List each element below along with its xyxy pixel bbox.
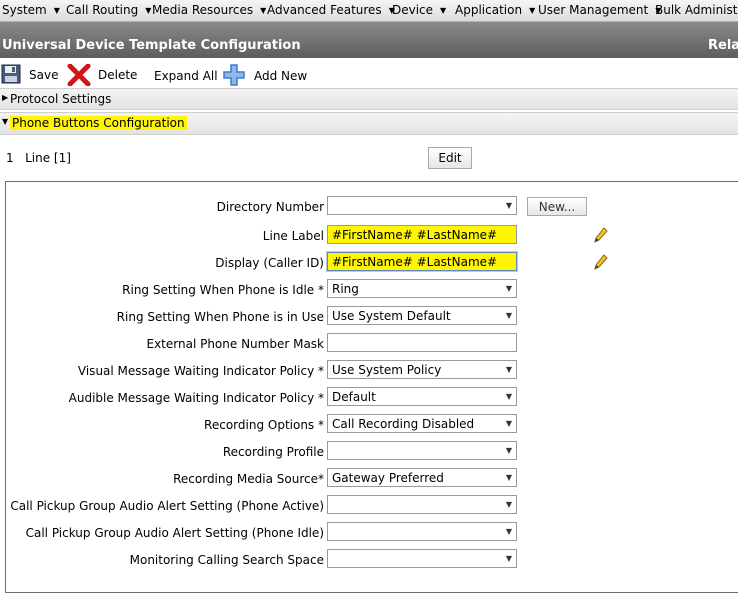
triangle-right-icon: ▶ <box>2 93 9 102</box>
row-pickup-active: Call Pickup Group Audio Alert Setting (P… <box>6 493 738 520</box>
row-ring-in-use: Ring Setting When Phone is in Use Use Sy… <box>6 304 738 331</box>
recording-profile-select[interactable]: ▼ <box>327 441 517 460</box>
row-recording-media-source: Recording Media Source* Gateway Preferre… <box>6 466 738 493</box>
menu-application[interactable]: Application ▼ <box>455 3 535 17</box>
row-pickup-idle: Call Pickup Group Audio Alert Setting (P… <box>6 520 738 547</box>
save-button[interactable]: Save <box>0 59 60 89</box>
delete-button[interactable]: Delete <box>66 59 140 89</box>
row-recording-options: Recording Options * Call Recording Disab… <box>6 412 738 439</box>
row-ring-idle: Ring Setting When Phone is Idle * Ring ▼ <box>6 277 738 304</box>
pickup-idle-select[interactable]: ▼ <box>327 522 517 541</box>
menu-bar: System ▼ Call Routing ▼ Media Resources ▼ A… <box>0 0 738 22</box>
title-bar: Universal Device Template Configuration … <box>0 22 738 58</box>
menu-device[interactable]: Device ▼ <box>392 3 446 17</box>
line-label-input[interactable]: #FirstName# #LastName# <box>327 225 517 244</box>
menu-advanced-features[interactable]: Advanced Features ▼ <box>267 3 395 17</box>
caret-down-icon: ▼ <box>53 6 60 15</box>
section-protocol-settings[interactable]: ▶ Protocol Settings <box>0 88 738 110</box>
related-links-label[interactable]: Rela <box>708 38 738 53</box>
menu-system[interactable]: System ▼ <box>2 3 60 17</box>
ring-in-use-select[interactable]: Use System Default ▼ <box>327 306 517 325</box>
caret-down-icon: ▼ <box>440 6 447 15</box>
menu-bulk-administration[interactable]: Bulk Administration <box>655 3 738 17</box>
caret-down-icon: ▼ <box>260 6 267 15</box>
pickup-active-select[interactable]: ▼ <box>327 495 517 514</box>
line-config-panel: Directory Number ▼ New... Line Label #Fi… <box>5 181 738 593</box>
row-display-caller-id: Display (Caller ID) #FirstName# #LastNam… <box>6 250 738 277</box>
expand-all-button[interactable]: Expand All <box>154 59 218 89</box>
monitoring-css-select[interactable]: ▼ <box>327 549 517 568</box>
dropdown-arrow-icon: ▼ <box>505 527 513 536</box>
row-directory-number: Directory Number ▼ New... <box>6 194 738 221</box>
toolbar: Save Delete Expand All Add New <box>0 59 738 89</box>
recording-media-source-select[interactable]: Gateway Preferred ▼ <box>327 468 517 487</box>
dropdown-arrow-icon: ▼ <box>505 500 513 509</box>
dropdown-arrow-icon: ▼ <box>505 419 513 428</box>
pencil-icon[interactable] <box>593 253 609 271</box>
page-title: Universal Device Template Configuration <box>2 38 301 53</box>
floppy-disk-icon <box>1 64 21 84</box>
dropdown-arrow-icon: ▼ <box>505 446 513 455</box>
visual-mwi-select[interactable]: Use System Policy ▼ <box>327 360 517 379</box>
menu-media-resources[interactable]: Media Resources ▼ <box>152 3 266 17</box>
row-external-mask: External Phone Number Mask <box>6 331 738 358</box>
display-caller-id-input[interactable]: #FirstName# #LastName# <box>327 252 517 271</box>
menu-user-management[interactable]: User Management ▼ <box>538 3 661 17</box>
dropdown-arrow-icon: ▼ <box>505 473 513 482</box>
line-label: 1 Line [1] <box>6 151 71 165</box>
new-directory-number-button[interactable]: New... <box>527 197 587 216</box>
delete-x-icon <box>67 64 91 86</box>
dropdown-arrow-icon: ▼ <box>505 365 513 374</box>
external-mask-input[interactable] <box>327 333 517 352</box>
row-audible-mwi: Audible Message Waiting Indicator Policy… <box>6 385 738 412</box>
caret-down-icon: ▼ <box>529 6 536 15</box>
add-new-button[interactable]: Add New <box>223 59 309 89</box>
row-line-label: Line Label #FirstName# #LastName# <box>6 223 738 250</box>
audible-mwi-select[interactable]: Default ▼ <box>327 387 517 406</box>
line-row: 1 Line [1] Edit <box>0 146 738 174</box>
dropdown-arrow-icon: ▼ <box>505 201 513 210</box>
dropdown-arrow-icon: ▼ <box>505 554 513 563</box>
dropdown-arrow-icon: ▼ <box>505 392 513 401</box>
row-visual-mwi: Visual Message Waiting Indicator Policy … <box>6 358 738 385</box>
dropdown-arrow-icon: ▼ <box>505 284 513 293</box>
row-monitoring-css: Monitoring Calling Search Space ▼ <box>6 547 738 574</box>
section-phone-buttons[interactable]: ▼ Phone Buttons Configuration <box>0 112 738 135</box>
caret-down-icon: ▼ <box>145 6 152 15</box>
pencil-icon[interactable] <box>593 226 609 244</box>
recording-options-select[interactable]: Call Recording Disabled ▼ <box>327 414 517 433</box>
row-recording-profile: Recording Profile ▼ <box>6 439 738 466</box>
edit-button[interactable]: Edit <box>428 147 472 169</box>
dropdown-arrow-icon: ▼ <box>505 311 513 320</box>
directory-number-select[interactable]: ▼ <box>327 196 517 215</box>
ring-idle-select[interactable]: Ring ▼ <box>327 279 517 298</box>
menu-call-routing[interactable]: Call Routing ▼ <box>66 3 151 17</box>
plus-icon <box>223 64 245 86</box>
triangle-down-icon: ▼ <box>2 117 9 126</box>
